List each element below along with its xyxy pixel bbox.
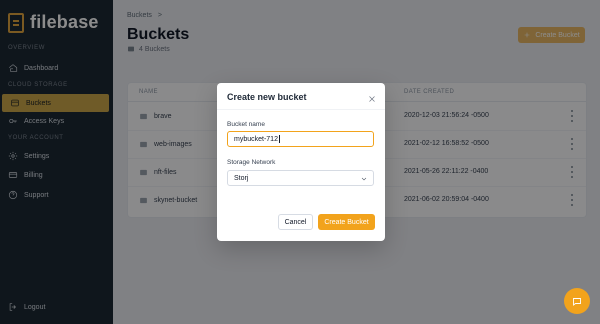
create-bucket-modal: Create new bucket Bucket name mybucket-7… [217, 83, 385, 241]
chat-icon [573, 298, 581, 306]
modal-divider [217, 109, 385, 110]
close-button[interactable] [367, 91, 377, 102]
bucket-name-input[interactable]: mybucket-712 [227, 131, 374, 147]
modal-title: Create new bucket [227, 92, 307, 102]
storage-network-value: Storj [234, 174, 249, 182]
chat-support-button[interactable] [564, 288, 590, 314]
cancel-button[interactable]: Cancel [278, 214, 313, 230]
storage-network-label: Storage Network [227, 159, 276, 166]
create-bucket-button[interactable]: Create Bucket [318, 214, 375, 230]
bucket-name-value: mybucket-712 [234, 135, 278, 143]
chevron-down-icon [361, 177, 367, 181]
close-icon [369, 96, 375, 102]
bucket-name-label: Bucket name [227, 121, 265, 128]
storage-network-select[interactable]: Storj [227, 170, 374, 186]
